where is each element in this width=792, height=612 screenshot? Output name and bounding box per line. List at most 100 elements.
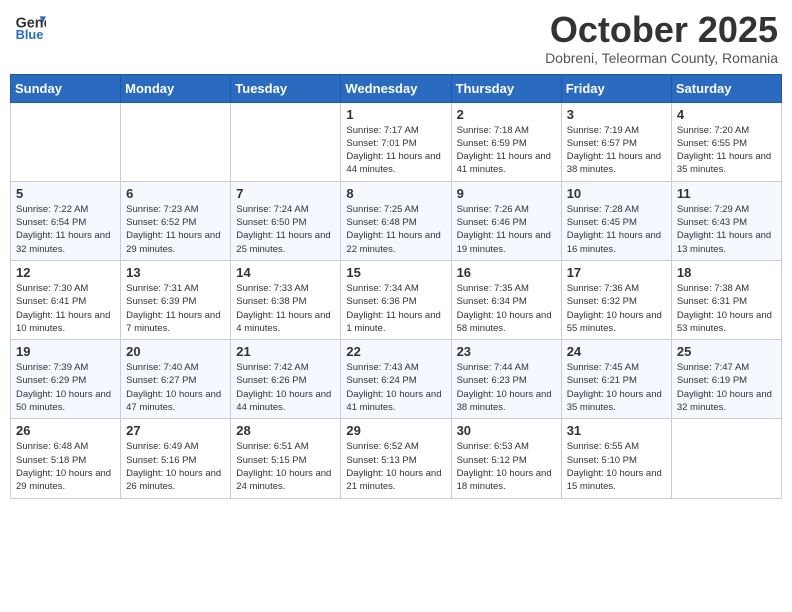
day-cell: 17 Sunrise: 7:36 AM Sunset: 6:32 PM Dayli… bbox=[561, 260, 671, 339]
day-info: Sunrise: 7:17 AM Sunset: 7:01 PM Dayligh… bbox=[346, 124, 445, 177]
day-number: 22 bbox=[346, 344, 445, 359]
day-info: Sunrise: 6:48 AM Sunset: 5:18 PM Dayligh… bbox=[16, 440, 115, 493]
day-info: Sunrise: 7:39 AM Sunset: 6:29 PM Dayligh… bbox=[16, 361, 115, 414]
day-info: Sunrise: 7:26 AM Sunset: 6:46 PM Dayligh… bbox=[457, 203, 556, 256]
day-number: 3 bbox=[567, 107, 666, 122]
day-info: Sunrise: 7:38 AM Sunset: 6:31 PM Dayligh… bbox=[677, 282, 776, 335]
weekday-header-row: SundayMondayTuesdayWednesdayThursdayFrid… bbox=[11, 74, 782, 102]
day-number: 27 bbox=[126, 423, 225, 438]
day-number: 25 bbox=[677, 344, 776, 359]
day-info: Sunrise: 7:44 AM Sunset: 6:23 PM Dayligh… bbox=[457, 361, 556, 414]
day-number: 2 bbox=[457, 107, 556, 122]
day-cell: 29 Sunrise: 6:52 AM Sunset: 5:13 PM Dayli… bbox=[341, 419, 451, 498]
day-number: 5 bbox=[16, 186, 115, 201]
day-number: 18 bbox=[677, 265, 776, 280]
day-cell: 23 Sunrise: 7:44 AM Sunset: 6:23 PM Dayli… bbox=[451, 340, 561, 419]
day-number: 23 bbox=[457, 344, 556, 359]
day-info: Sunrise: 7:40 AM Sunset: 6:27 PM Dayligh… bbox=[126, 361, 225, 414]
day-cell: 19 Sunrise: 7:39 AM Sunset: 6:29 PM Dayli… bbox=[11, 340, 121, 419]
day-cell: 11 Sunrise: 7:29 AM Sunset: 6:43 PM Dayli… bbox=[671, 181, 781, 260]
title-block: October 2025 Dobreni, Teleorman County, … bbox=[545, 10, 778, 66]
day-number: 31 bbox=[567, 423, 666, 438]
day-number: 24 bbox=[567, 344, 666, 359]
week-row-2: 5 Sunrise: 7:22 AM Sunset: 6:54 PM Daylig… bbox=[11, 181, 782, 260]
day-cell: 2 Sunrise: 7:18 AM Sunset: 6:59 PM Daylig… bbox=[451, 102, 561, 181]
day-number: 12 bbox=[16, 265, 115, 280]
day-cell: 16 Sunrise: 7:35 AM Sunset: 6:34 PM Dayli… bbox=[451, 260, 561, 339]
page-header: General Blue October 2025 Dobreni, Teleo… bbox=[10, 10, 782, 66]
day-cell: 3 Sunrise: 7:19 AM Sunset: 6:57 PM Daylig… bbox=[561, 102, 671, 181]
day-number: 9 bbox=[457, 186, 556, 201]
day-number: 30 bbox=[457, 423, 556, 438]
day-info: Sunrise: 7:45 AM Sunset: 6:21 PM Dayligh… bbox=[567, 361, 666, 414]
day-cell bbox=[231, 102, 341, 181]
day-cell: 18 Sunrise: 7:38 AM Sunset: 6:31 PM Dayli… bbox=[671, 260, 781, 339]
day-cell: 21 Sunrise: 7:42 AM Sunset: 6:26 PM Dayli… bbox=[231, 340, 341, 419]
day-info: Sunrise: 7:29 AM Sunset: 6:43 PM Dayligh… bbox=[677, 203, 776, 256]
day-cell: 24 Sunrise: 7:45 AM Sunset: 6:21 PM Dayli… bbox=[561, 340, 671, 419]
week-row-1: 1 Sunrise: 7:17 AM Sunset: 7:01 PM Daylig… bbox=[11, 102, 782, 181]
day-number: 6 bbox=[126, 186, 225, 201]
day-info: Sunrise: 7:42 AM Sunset: 6:26 PM Dayligh… bbox=[236, 361, 335, 414]
svg-text:Blue: Blue bbox=[16, 27, 44, 42]
weekday-header-friday: Friday bbox=[561, 74, 671, 102]
day-number: 8 bbox=[346, 186, 445, 201]
day-number: 15 bbox=[346, 265, 445, 280]
day-info: Sunrise: 7:43 AM Sunset: 6:24 PM Dayligh… bbox=[346, 361, 445, 414]
day-cell: 14Sunrise: 7:33 AM Sunset: 6:38 PM Dayli… bbox=[231, 260, 341, 339]
day-cell: 13Sunrise: 7:31 AM Sunset: 6:39 PM Dayli… bbox=[121, 260, 231, 339]
day-info: Sunrise: 7:23 AM Sunset: 6:52 PM Dayligh… bbox=[126, 203, 225, 256]
day-number: 11 bbox=[677, 186, 776, 201]
day-number: 19 bbox=[16, 344, 115, 359]
day-number: 17 bbox=[567, 265, 666, 280]
weekday-header-saturday: Saturday bbox=[671, 74, 781, 102]
week-row-4: 19 Sunrise: 7:39 AM Sunset: 6:29 PM Dayli… bbox=[11, 340, 782, 419]
logo-icon: General Blue bbox=[14, 10, 46, 42]
day-number: 10 bbox=[567, 186, 666, 201]
day-cell: 1 Sunrise: 7:17 AM Sunset: 7:01 PM Daylig… bbox=[341, 102, 451, 181]
day-info: Sunrise: 7:24 AM Sunset: 6:50 PM Dayligh… bbox=[236, 203, 335, 256]
day-number: 28 bbox=[236, 423, 335, 438]
calendar-table: SundayMondayTuesdayWednesdayThursdayFrid… bbox=[10, 74, 782, 499]
day-cell: 10 Sunrise: 7:28 AM Sunset: 6:45 PM Dayli… bbox=[561, 181, 671, 260]
day-number: 1 bbox=[346, 107, 445, 122]
day-info: Sunrise: 7:22 AM Sunset: 6:54 PM Dayligh… bbox=[16, 203, 115, 256]
day-cell: 28 Sunrise: 6:51 AM Sunset: 5:15 PM Dayli… bbox=[231, 419, 341, 498]
day-cell: 25 Sunrise: 7:47 AM Sunset: 6:19 PM Dayli… bbox=[671, 340, 781, 419]
day-info: Sunrise: 6:52 AM Sunset: 5:13 PM Dayligh… bbox=[346, 440, 445, 493]
location-subtitle: Dobreni, Teleorman County, Romania bbox=[545, 50, 778, 66]
weekday-header-sunday: Sunday bbox=[11, 74, 121, 102]
day-info: Sunrise: 6:55 AM Sunset: 5:10 PM Dayligh… bbox=[567, 440, 666, 493]
week-row-3: 12 Sunrise: 7:30 AM Sunset: 6:41 PM Dayli… bbox=[11, 260, 782, 339]
day-number: 29 bbox=[346, 423, 445, 438]
day-info: Sunrise: 7:34 AM Sunset: 6:36 PM Dayligh… bbox=[346, 282, 445, 335]
day-info: Sunrise: 7:30 AM Sunset: 6:41 PM Dayligh… bbox=[16, 282, 115, 335]
day-info: Sunrise: 7:19 AM Sunset: 6:57 PM Dayligh… bbox=[567, 124, 666, 177]
day-info: Sunrise: 7:35 AM Sunset: 6:34 PM Dayligh… bbox=[457, 282, 556, 335]
day-cell: 5 Sunrise: 7:22 AM Sunset: 6:54 PM Daylig… bbox=[11, 181, 121, 260]
day-cell: 22 Sunrise: 7:43 AM Sunset: 6:24 PM Dayli… bbox=[341, 340, 451, 419]
weekday-header-thursday: Thursday bbox=[451, 74, 561, 102]
day-cell: 15 Sunrise: 7:34 AM Sunset: 6:36 PM Dayli… bbox=[341, 260, 451, 339]
day-info: Sunrise: 7:28 AM Sunset: 6:45 PM Dayligh… bbox=[567, 203, 666, 256]
week-row-5: 26 Sunrise: 6:48 AM Sunset: 5:18 PM Dayli… bbox=[11, 419, 782, 498]
day-number: 16 bbox=[457, 265, 556, 280]
day-cell: 6 Sunrise: 7:23 AM Sunset: 6:52 PM Daylig… bbox=[121, 181, 231, 260]
day-cell bbox=[11, 102, 121, 181]
day-cell: 26 Sunrise: 6:48 AM Sunset: 5:18 PM Dayli… bbox=[11, 419, 121, 498]
day-number: 26 bbox=[16, 423, 115, 438]
day-info: Sunrise: 7:18 AM Sunset: 6:59 PM Dayligh… bbox=[457, 124, 556, 177]
day-number: 4 bbox=[677, 107, 776, 122]
day-info: Sunrise: 6:49 AM Sunset: 5:16 PM Dayligh… bbox=[126, 440, 225, 493]
month-title: October 2025 bbox=[545, 10, 778, 50]
day-number: 13 bbox=[126, 265, 225, 280]
day-cell: 30 Sunrise: 6:53 AM Sunset: 5:12 PM Dayli… bbox=[451, 419, 561, 498]
day-number: 21 bbox=[236, 344, 335, 359]
day-info: Sunrise: 6:53 AM Sunset: 5:12 PM Dayligh… bbox=[457, 440, 556, 493]
day-info: Sunrise: 7:36 AM Sunset: 6:32 PM Dayligh… bbox=[567, 282, 666, 335]
day-info: Sunrise: 7:47 AM Sunset: 6:19 PM Dayligh… bbox=[677, 361, 776, 414]
day-info: Sunrise: 6:51 AM Sunset: 5:15 PM Dayligh… bbox=[236, 440, 335, 493]
day-cell: 20Sunrise: 7:40 AM Sunset: 6:27 PM Dayli… bbox=[121, 340, 231, 419]
day-info: Sunrise: 7:20 AM Sunset: 6:55 PM Dayligh… bbox=[677, 124, 776, 177]
day-number: 7 bbox=[236, 186, 335, 201]
